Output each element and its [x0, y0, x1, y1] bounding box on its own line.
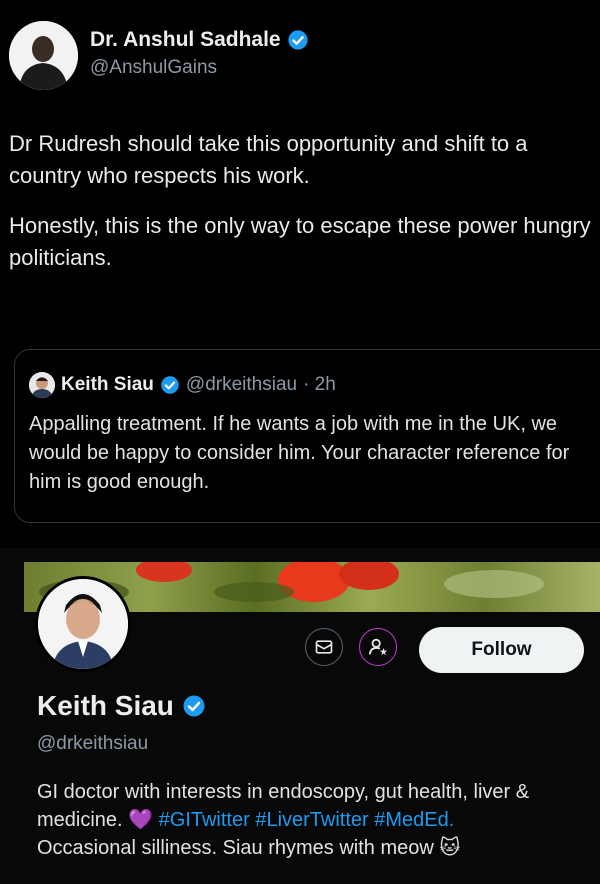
message-icon: [315, 640, 333, 654]
profile-card: Follow Keith Siau @drkeithsiau GI doctor…: [0, 548, 600, 884]
cat-face-icon: 🐱: [439, 837, 461, 859]
author-avatar[interactable]: [9, 21, 78, 90]
quote-avatar[interactable]: [29, 372, 55, 398]
quote-header: Keith Siau @drkeithsiau · 2h: [29, 372, 336, 398]
verified-badge-icon: [183, 695, 205, 717]
bio-line: Occasional silliness. Siau rhymes with m…: [37, 837, 434, 859]
tweet-text: Dr Rudresh should take this opportunity …: [9, 128, 599, 292]
author-name-row[interactable]: Dr. Anshul Sadhale: [90, 28, 309, 52]
follow-button[interactable]: Follow: [419, 627, 584, 673]
verified-badge-icon: [161, 376, 179, 394]
verified-badge-icon: [287, 30, 308, 50]
profile-name: Keith Siau: [37, 690, 174, 721]
tweet-paragraph: Dr Rudresh should take this opportunity …: [9, 131, 528, 188]
profile-avatar[interactable]: [35, 576, 131, 672]
author-name[interactable]: Dr. Anshul Sadhale: [90, 28, 281, 52]
subscribe-button[interactable]: [359, 628, 397, 666]
author-handle[interactable]: @AnshulGains: [90, 57, 309, 79]
profile-handle: @drkeithsiau: [37, 733, 149, 754]
quote-time: · 2h: [303, 374, 336, 395]
subscribe-icon: [368, 638, 388, 656]
author-info: Dr. Anshul Sadhale @AnshulGains: [90, 28, 309, 79]
quote-author-handle[interactable]: @drkeithsiau: [186, 374, 297, 396]
message-button[interactable]: [305, 628, 343, 666]
tweet-paragraph: Honestly, this is the only way to escape…: [9, 213, 591, 270]
bio-hashtags[interactable]: #GITwitter #LiverTwitter #MedEd.: [159, 809, 455, 831]
profile-bio: GI doctor with interests in endoscopy, g…: [37, 778, 597, 862]
quoted-tweet[interactable]: Keith Siau @drkeithsiau · 2h Appalling t…: [14, 349, 600, 523]
profile-name-row: Keith Siau: [37, 690, 206, 722]
purple-heart-icon: 💜: [128, 809, 154, 831]
quote-text: Appalling treatment. If he wants a job w…: [29, 413, 570, 493]
quote-author-name[interactable]: Keith Siau: [61, 374, 154, 396]
